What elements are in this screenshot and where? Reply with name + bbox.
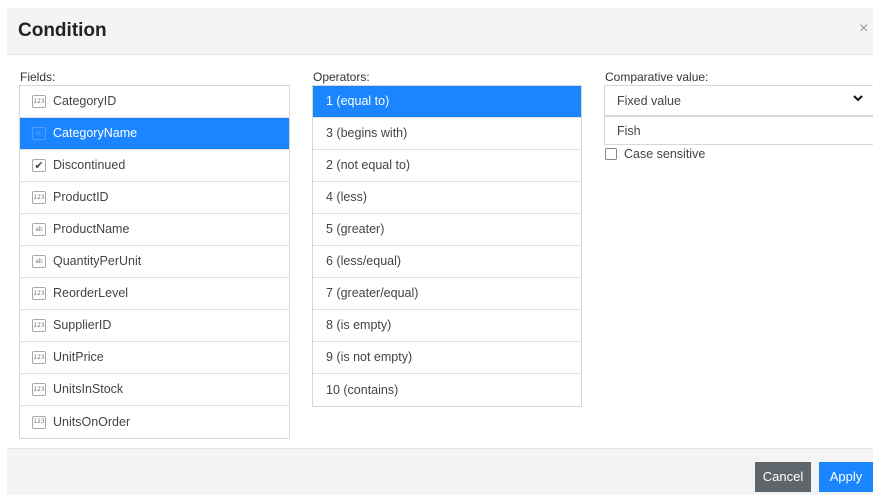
field-item-productname[interactable]: ab ProductName [20,214,289,246]
operator-item[interactable]: 7 (greater/equal) [313,278,581,310]
number-type-icon: 123 [32,351,46,364]
operator-item-label: 5 (greater) [326,222,385,236]
field-item-label: CategoryID [53,94,117,108]
field-item-label: ReorderLevel [53,286,129,300]
field-item-label: UnitsOnOrder [53,414,131,429]
text-type-icon: ab [32,255,46,268]
field-item-unitprice[interactable]: 123 UnitPrice [20,342,289,374]
field-item-unitsonorder[interactable]: 123 UnitsOnOrder [20,406,289,438]
operators-label: Operators: [313,70,370,84]
operator-item[interactable]: 3 (begins with) [313,118,581,150]
field-item-supplierid[interactable]: 123 SupplierID [20,310,289,342]
operator-item[interactable]: 9 (is not empty) [313,342,581,374]
value-mode-selected: Fixed value [617,94,681,108]
number-type-icon: 123 [32,319,46,332]
field-item-categoryid[interactable]: 123 CategoryID [20,86,289,118]
operator-item[interactable]: 1 (equal to) [313,86,581,118]
operator-item-label: 1 (equal to) [326,94,390,108]
field-item-label: SupplierID [53,318,112,332]
number-type-icon: 123 [32,415,46,429]
dialog-title: Condition [18,20,107,41]
field-item-label: QuantityPerUnit [53,254,142,268]
text-type-icon: ab [32,223,46,236]
number-type-icon: 123 [32,287,46,300]
field-item-label: ProductID [53,190,109,204]
value-mode-select[interactable]: Fixed value [604,85,873,116]
number-type-icon: 123 [32,383,46,396]
operator-item-label: 4 (less) [326,190,367,204]
fields-label: Fields: [20,70,56,84]
number-type-icon: 123 [32,191,46,204]
operator-item[interactable]: 8 (is empty) [313,310,581,342]
field-item-productid[interactable]: 123 ProductID [20,182,289,214]
boolean-type-icon: ✔ [32,159,46,172]
dialog-header: Condition × [7,8,873,55]
operator-item[interactable]: 6 (less/equal) [313,246,581,278]
operator-item[interactable]: 5 (greater) [313,214,581,246]
field-item-label: UnitsInStock [53,382,124,396]
field-item-label: ProductName [53,222,130,236]
operator-item[interactable]: 2 (not equal to) [313,150,581,182]
field-item-quantityperunit[interactable]: ab QuantityPerUnit [20,246,289,278]
field-item-categoryname[interactable]: ab CategoryName [20,118,289,150]
field-item-unitsinstock[interactable]: 123 UnitsInStock [20,374,289,406]
operator-item-label: 7 (greater/equal) [326,286,419,300]
operators-list: 1 (equal to) 3 (begins with) 2 (not equal … [312,85,582,407]
field-item-label: UnitPrice [53,350,104,364]
number-type-icon: 123 [32,95,46,108]
comparative-value-label: Comparative value: [605,70,709,84]
comparative-value-input[interactable] [604,116,873,145]
operator-item-label: 8 (is empty) [326,318,392,332]
cancel-button[interactable]: Cancel [755,462,811,492]
chevron-down-icon [853,95,863,102]
operator-item-label: 10 (contains) [326,382,399,397]
operator-item-label: 3 (begins with) [326,126,408,140]
field-item-discontinued[interactable]: ✔ Discontinued [20,150,289,182]
field-item-reorderlevel[interactable]: 123 ReorderLevel [20,278,289,310]
operator-item-label: 9 (is not empty) [326,350,413,364]
text-type-icon: ab [32,127,46,140]
field-item-label: Discontinued [53,158,126,172]
dialog-footer: Cancel Apply [7,448,873,495]
operator-item-label: 6 (less/equal) [326,254,402,268]
operator-item[interactable]: 10 (contains) [313,374,581,406]
apply-button[interactable]: Apply [819,462,873,492]
operator-item[interactable]: 4 (less) [313,182,581,214]
case-sensitive-checkbox[interactable] [605,148,617,160]
operator-item-label: 2 (not equal to) [326,158,411,172]
field-item-label: CategoryName [53,126,138,140]
fields-list: 123 CategoryID ab CategoryName ✔ Discontinued… [19,85,290,439]
case-sensitive-label[interactable]: Case sensitive [624,147,705,161]
condition-dialog: Condition × Fields: 123 CategoryID ab Categ… [7,8,873,495]
close-icon[interactable]: × [859,21,873,37]
